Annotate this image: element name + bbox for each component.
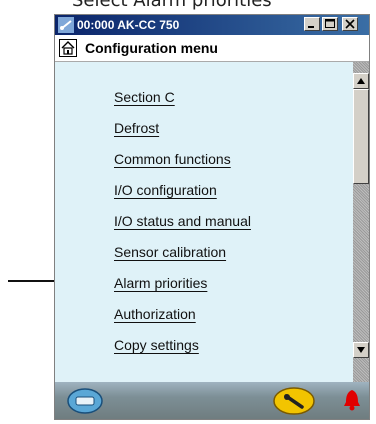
menu-item-alarm-priorities[interactable]: Alarm priorities — [114, 272, 207, 294]
minimize-icon — [308, 26, 314, 28]
page-title: Configuration menu — [85, 40, 218, 56]
window-title: 00:000 AK-CC 750 — [77, 18, 180, 32]
scroll-up-button[interactable] — [353, 73, 369, 89]
home-icon[interactable] — [59, 39, 77, 57]
card-icon[interactable] — [67, 388, 103, 414]
menu-item-io-configuration[interactable]: I/O configuration — [114, 179, 217, 201]
meter-icon — [58, 17, 74, 33]
menu-item-authorization[interactable]: Authorization — [114, 303, 196, 325]
instruction-caption: Select Alarm priorities — [72, 0, 272, 11]
scroll-thumb[interactable] — [353, 89, 369, 184]
title-bar[interactable]: 00:000 AK-CC 750 — [55, 15, 369, 35]
app-window: 00:000 AK-CC 750 Configuration menu Sect… — [54, 14, 370, 420]
menu-header: Configuration menu — [55, 35, 369, 62]
footer-toolbar — [55, 382, 369, 419]
vertical-scrollbar[interactable] — [353, 62, 369, 382]
menu-item-defrost[interactable]: Defrost — [114, 117, 159, 139]
menu-content: Section C Defrost Common functions I/O c… — [55, 62, 353, 382]
menu-item-io-status-manual[interactable]: I/O status and manual — [114, 210, 251, 232]
arrow-up-icon — [357, 78, 365, 84]
menu-item-sensor-calibration[interactable]: Sensor calibration — [114, 241, 226, 263]
alarm-bell-icon[interactable] — [342, 388, 362, 412]
arrow-down-icon — [357, 347, 365, 353]
wrench-icon[interactable] — [273, 387, 315, 415]
minimize-button[interactable] — [304, 17, 320, 31]
scroll-down-button[interactable] — [353, 342, 369, 358]
maximize-button[interactable] — [322, 17, 338, 31]
house-glyph — [61, 41, 75, 55]
close-icon — [345, 19, 355, 29]
menu-item-common-functions[interactable]: Common functions — [114, 148, 231, 170]
menu-item-section-c[interactable]: Section C — [114, 86, 175, 108]
close-button[interactable] — [342, 17, 358, 31]
menu-item-copy-settings[interactable]: Copy settings — [114, 334, 199, 356]
maximize-icon — [325, 19, 335, 28]
